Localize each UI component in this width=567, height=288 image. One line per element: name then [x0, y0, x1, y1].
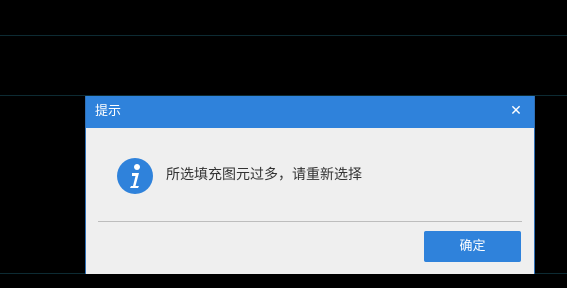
grid-line — [0, 35, 567, 36]
dialog-message: 所选填充图元过多，请重新选择 — [166, 167, 362, 183]
alert-dialog: 提示 ✕ 所选填充图元过多，请重新选择 确定 — [85, 96, 535, 274]
dialog-divider — [98, 221, 522, 222]
dialog-title: 提示 — [95, 104, 122, 119]
app-canvas: 提示 ✕ 所选填充图元过多，请重新选择 确定 — [0, 0, 567, 288]
confirm-button[interactable]: 确定 — [424, 231, 521, 262]
dialog-titlebar: 提示 ✕ — [86, 96, 534, 128]
info-icon — [117, 158, 153, 194]
close-button[interactable]: ✕ — [506, 101, 526, 121]
